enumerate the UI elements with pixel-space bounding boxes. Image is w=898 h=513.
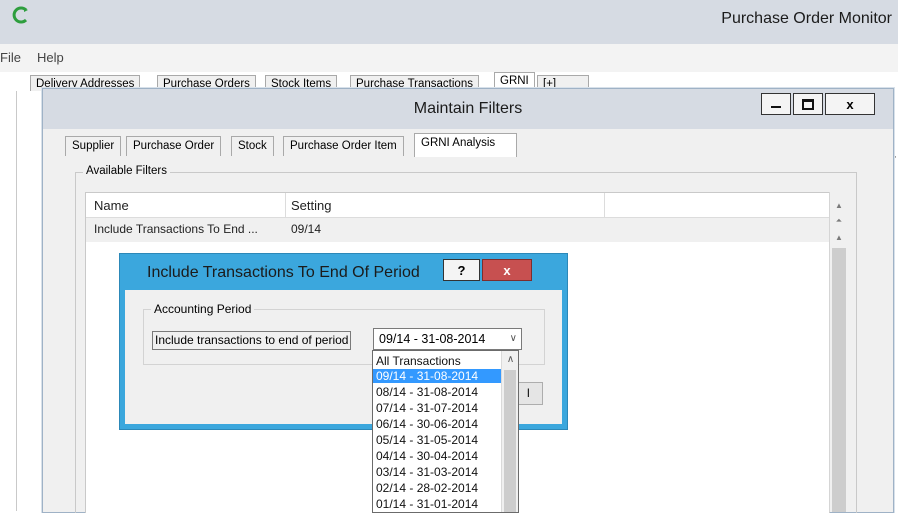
list-item[interactable]: All Transactions xyxy=(373,354,504,368)
column-setting[interactable]: Setting xyxy=(291,198,331,213)
list-item[interactable]: 01/14 - 31-01-2014 xyxy=(373,497,504,511)
minimize-icon xyxy=(771,106,781,108)
help-icon: ? xyxy=(457,262,466,278)
button-partial-label: l xyxy=(527,386,530,400)
list-item-selected[interactable]: 09/14 - 31-08-2014 xyxy=(373,369,504,383)
period-combobox[interactable]: 09/14 - 31-08-2014 ∨ xyxy=(373,328,522,350)
tab-stock[interactable]: Stock xyxy=(231,136,274,156)
menubar xyxy=(0,44,898,72)
tab-purchase-order-item[interactable]: Purchase Order Item xyxy=(283,136,404,156)
list-item[interactable]: 06/14 - 30-06-2014 xyxy=(373,417,504,431)
maximize-icon xyxy=(802,98,814,110)
scroll-up-icon[interactable]: ▲ xyxy=(830,198,848,212)
column-divider xyxy=(604,193,605,217)
list-item[interactable]: 07/14 - 31-07-2014 xyxy=(373,401,504,415)
tab-purchase-order[interactable]: Purchase Order xyxy=(126,136,222,156)
list-item[interactable]: 08/14 - 31-08-2014 xyxy=(373,385,504,399)
menu-help[interactable]: Help xyxy=(37,50,64,65)
list-item[interactable]: 05/14 - 31-05-2014 xyxy=(373,433,504,447)
period-dropdown-list[interactable]: All Transactions 09/14 - 31-08-2014 08/1… xyxy=(372,350,519,513)
include-close-button[interactable]: x xyxy=(482,259,532,281)
menu-file[interactable]: File xyxy=(0,50,21,65)
app-logo-icon xyxy=(12,6,30,24)
dropdown-scrollbar-thumb[interactable] xyxy=(504,370,516,512)
row-name-cell[interactable]: Include Transactions To End ... xyxy=(94,222,258,236)
include-dialog-title: Include Transactions To End Of Period xyxy=(147,264,420,281)
scroll-up-small-icon[interactable]: ▲ xyxy=(830,230,848,244)
list-item[interactable]: 04/14 - 30-04-2014 xyxy=(373,449,504,463)
close-icon: x xyxy=(503,262,511,278)
row-setting-cell[interactable]: 09/14 xyxy=(291,222,321,236)
help-button[interactable]: ? xyxy=(443,259,480,281)
scroll-top-icon[interactable]: ⏶ xyxy=(830,214,848,228)
grid-header xyxy=(86,193,829,218)
list-item[interactable]: 03/14 - 31-03-2014 xyxy=(373,465,504,479)
include-period-label: Include transactions to end of period xyxy=(152,331,352,350)
tab-supplier[interactable]: Supplier xyxy=(65,136,122,156)
combo-value: 09/14 - 31-08-2014 xyxy=(379,332,486,346)
scrollbar-thumb[interactable] xyxy=(832,248,846,512)
main-window-title: Purchase Order Monitor xyxy=(721,10,892,27)
list-item[interactable]: 02/14 - 28-02-2014 xyxy=(373,481,504,495)
close-icon: x xyxy=(846,96,854,112)
chevron-up-icon[interactable]: ∧ xyxy=(502,351,518,368)
maximize-button[interactable] xyxy=(793,93,823,115)
close-button[interactable]: x xyxy=(825,93,875,115)
minimize-button[interactable] xyxy=(761,93,791,115)
dropdown-scrollbar[interactable]: ∧ xyxy=(501,351,518,512)
column-divider xyxy=(285,193,286,217)
accounting-period-label: Accounting Period xyxy=(151,302,255,316)
grid-scrollbar[interactable]: ▲ ⏶ ▲ xyxy=(829,192,848,512)
column-name[interactable]: Name xyxy=(94,198,129,213)
chevron-down-icon: ∨ xyxy=(509,333,517,344)
tab-grni-analysis[interactable]: GRNI Analysis xyxy=(414,133,517,157)
available-filters-label: Available Filters xyxy=(83,165,170,177)
